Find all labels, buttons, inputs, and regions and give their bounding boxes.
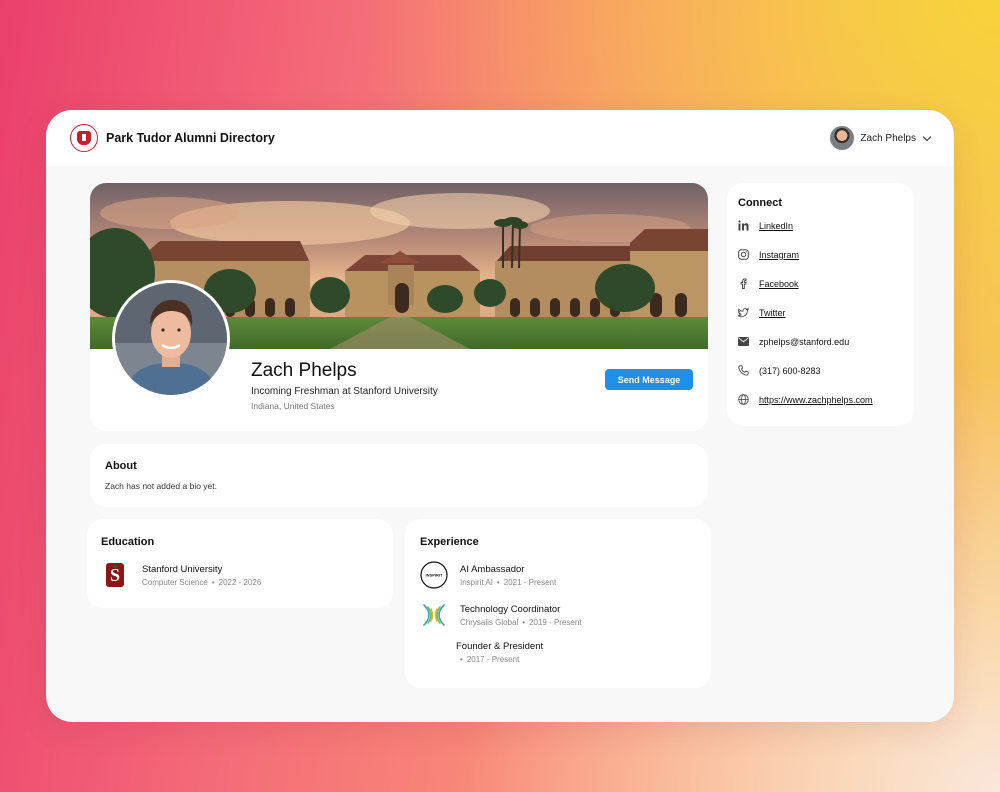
separator-dot: • — [211, 577, 215, 587]
connect-linkedin[interactable]: LinkedIn — [738, 220, 793, 231]
user-menu-name[interactable]: Zach Phelps — [860, 133, 916, 144]
experience-role: AI Ambassador — [460, 563, 525, 575]
experience-meta: Chrysalis Global • 2019 - Present — [460, 618, 582, 627]
user-menu[interactable]: Zach Phelps — [830, 126, 932, 150]
twitter-icon — [738, 307, 749, 318]
connect-twitter[interactable]: Twitter — [738, 307, 786, 318]
send-message-button[interactable]: Send Message — [605, 369, 693, 390]
profile-name: Zach Phelps — [251, 360, 357, 381]
app-title[interactable]: Park Tudor Alumni Directory — [106, 131, 275, 145]
separator-dot: • — [460, 655, 463, 664]
experience-years: 2019 - Present — [529, 617, 582, 627]
profile-card: Zach Phelps Incoming Freshman at Stanfor… — [90, 183, 708, 431]
globe-icon — [738, 394, 749, 405]
experience-entry[interactable]: Technology Coordinator Chrysalis Global •… — [420, 601, 582, 629]
chevron-down-icon[interactable] — [922, 132, 932, 141]
profile-location: Indiana, United States — [251, 401, 335, 411]
connect-label[interactable]: Instagram — [759, 250, 799, 260]
connect-website[interactable]: https://www.zachphelps.com — [738, 394, 873, 405]
connect-phone[interactable]: (317) 600-8283 — [738, 365, 821, 376]
education-entry[interactable]: S Stanford University Computer Science • 2… — [105, 562, 261, 588]
education-card: Education S Stanford University Computer… — [87, 519, 393, 608]
connect-label[interactable]: Facebook — [759, 279, 799, 289]
separator-dot: • — [522, 617, 526, 627]
about-card: About Zach has not added a bio yet. — [90, 444, 708, 507]
connect-email[interactable]: zphelps@stanford.edu — [738, 336, 849, 347]
experience-entry[interactable]: Founder & President • 2017 - Present — [456, 641, 543, 664]
profile-headline: Incoming Freshman at Stanford University — [251, 386, 438, 397]
experience-years: 2021 - Present — [503, 577, 557, 587]
profile-photo-image — [115, 283, 227, 395]
connect-label[interactable]: LinkedIn — [759, 221, 793, 231]
experience-role: Technology Coordinator — [460, 603, 561, 615]
connect-card: Connect LinkedIn Instagram Facebook Twit… — [727, 183, 914, 426]
connect-label[interactable]: (317) 600-8283 — [759, 366, 821, 376]
experience-card: Experience INSPIRIT AI Ambassador Inspir… — [405, 519, 711, 688]
about-title: About — [105, 460, 137, 472]
experience-org: Chrysalis Global — [460, 617, 519, 627]
education-title: Education — [101, 536, 155, 548]
phone-icon — [738, 365, 749, 376]
instagram-icon — [738, 249, 749, 260]
connect-facebook[interactable]: Facebook — [738, 278, 799, 289]
experience-meta: Inspirit AI • 2021 - Present — [460, 578, 556, 587]
education-meta: Computer Science • 2022 - 2026 — [142, 578, 261, 587]
facebook-icon — [738, 278, 749, 289]
experience-role: Founder & President — [456, 641, 544, 652]
app-window: Park Tudor Alumni Directory Zach Phelps — [46, 110, 954, 722]
connect-label[interactable]: Twitter — [759, 308, 786, 318]
education-school: Stanford University — [142, 563, 223, 575]
experience-org: Inspirit AI — [460, 577, 493, 587]
education-field: Computer Science — [142, 577, 208, 587]
avatar[interactable] — [830, 126, 855, 150]
svg-text:INSPIRIT: INSPIRIT — [426, 573, 443, 578]
experience-years: 2017 - Present — [466, 655, 520, 664]
connect-title: Connect — [738, 197, 782, 209]
experience-title: Experience — [420, 536, 479, 548]
separator-dot: • — [496, 577, 500, 587]
profile-photo[interactable] — [112, 280, 230, 398]
experience-meta: • 2017 - Present — [456, 655, 543, 664]
stanford-logo-icon: S — [106, 563, 124, 587]
about-text: Zach has not added a bio yet. — [105, 481, 217, 491]
linkedin-icon — [738, 220, 749, 231]
top-bar: Park Tudor Alumni Directory Zach Phelps — [46, 110, 954, 166]
inspirit-logo-icon: INSPIRIT — [420, 561, 448, 589]
experience-entry[interactable]: INSPIRIT AI Ambassador Inspirit AI • 2021 … — [420, 561, 556, 589]
chrysalis-logo-icon — [423, 604, 445, 626]
mail-icon — [738, 336, 749, 347]
school-logo-icon[interactable] — [70, 124, 98, 152]
connect-label[interactable]: zphelps@stanford.edu — [759, 337, 849, 347]
connect-label[interactable]: https://www.zachphelps.com — [759, 395, 873, 405]
education-years: 2022 - 2026 — [218, 577, 262, 587]
connect-instagram[interactable]: Instagram — [738, 249, 799, 260]
